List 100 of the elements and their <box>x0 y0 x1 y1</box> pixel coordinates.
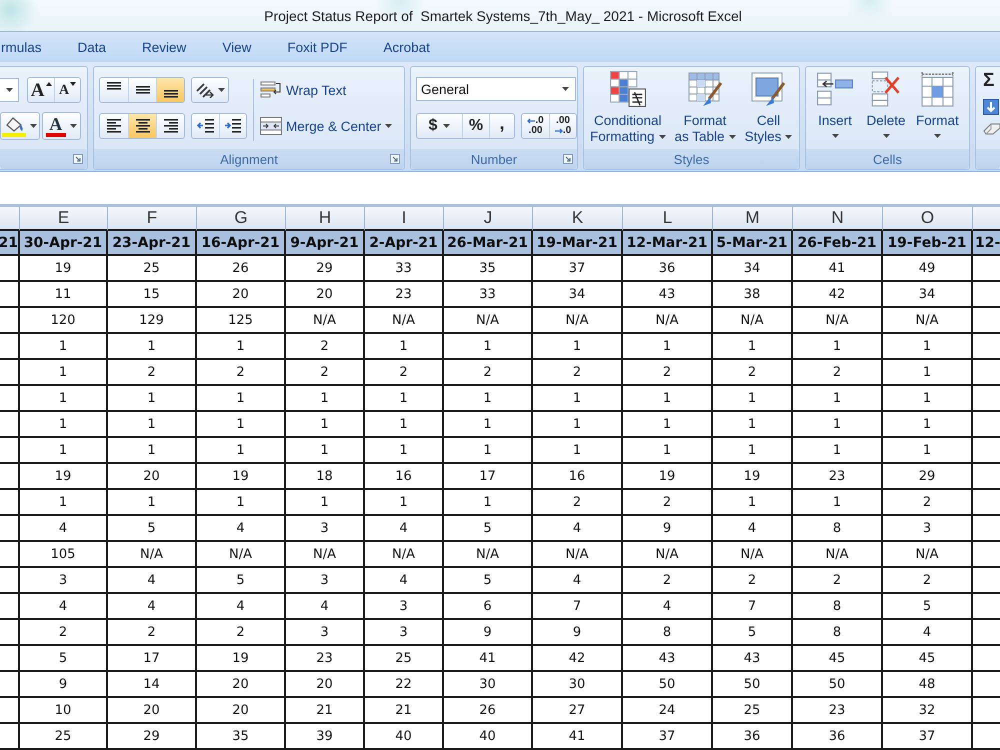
table-cell: 2 <box>20 620 108 646</box>
table-cell: 27 <box>533 698 623 724</box>
table-cell: 4 <box>533 516 623 542</box>
table-cell <box>0 516 20 542</box>
currency-button[interactable]: $ <box>417 114 462 138</box>
table-cell: 2 <box>108 620 197 646</box>
table-cell: 36 <box>793 724 883 750</box>
table-cell: 1 <box>444 412 533 438</box>
column-header[interactable] <box>973 207 1000 231</box>
table-cell: 32 <box>883 698 973 724</box>
table-cell: 19 <box>713 464 793 490</box>
ribbon-tab[interactable]: Foxit PDF <box>269 36 366 62</box>
align-center-button[interactable] <box>128 114 156 138</box>
format-as-table-button[interactable]: Format as Table <box>672 71 738 145</box>
group-label: Number <box>470 152 518 166</box>
table-cell: 1 <box>533 334 623 360</box>
ribbon-tab[interactable]: View <box>204 36 270 62</box>
table-cell: 23 <box>793 464 883 490</box>
table-cell: 4 <box>533 568 623 594</box>
ribbon-tab[interactable]: Acrobat <box>365 36 448 62</box>
table-cell: 3 <box>286 620 365 646</box>
table-cell: 5 <box>197 568 286 594</box>
column-header[interactable]: F <box>108 207 197 231</box>
eraser-icon[interactable] <box>983 123 1000 135</box>
fill-color-button[interactable] <box>0 112 40 140</box>
format-cells-icon <box>920 71 954 107</box>
table-cell: 16 <box>533 464 623 490</box>
wrap-text-icon <box>260 80 282 100</box>
column-header[interactable]: L <box>623 207 713 231</box>
table-cell: 22 <box>365 672 444 698</box>
table-cell: 1 <box>20 412 108 438</box>
fill-down-icon[interactable] <box>983 99 999 115</box>
caret-icon <box>6 88 13 92</box>
table-cell: 4 <box>20 516 108 542</box>
table-cell: 7 <box>533 594 623 620</box>
grow-font-button[interactable]: A <box>28 78 54 102</box>
cell-styles-button[interactable]: Cell Styles <box>742 71 794 145</box>
table-cell: 1 <box>713 334 793 360</box>
align-middle-icon <box>136 86 150 94</box>
conditional-formatting-button[interactable]: Conditional Formatting <box>588 71 668 145</box>
format-button[interactable]: Format <box>914 71 961 138</box>
column-header[interactable]: M <box>713 207 793 231</box>
decrease-decimal-button[interactable]: .00 .0 <box>549 114 576 138</box>
font-size-field[interactable] <box>0 78 20 102</box>
column-header[interactable]: G <box>197 207 286 231</box>
table-cell <box>0 464 20 490</box>
table-cell: 45 <box>883 646 973 672</box>
table-cell <box>0 542 20 568</box>
column-header[interactable]: E <box>20 207 108 231</box>
orientation-button[interactable] <box>191 77 229 103</box>
column-header[interactable]: H <box>286 207 365 231</box>
table-cell: 1 <box>793 490 883 516</box>
ribbon-tab[interactable]: Review <box>124 36 204 62</box>
comma-style-button[interactable]: , <box>489 114 514 138</box>
table-cell: 33 <box>444 282 533 308</box>
table-cell: 39 <box>286 724 365 750</box>
wrap-text-button[interactable]: Wrap Text <box>260 77 346 103</box>
delete-button[interactable]: Delete <box>863 71 909 138</box>
ribbon-tab[interactable]: rmulas <box>0 36 60 62</box>
table-cell: 120 <box>20 308 108 334</box>
column-header[interactable] <box>0 207 20 231</box>
caret-icon <box>934 134 941 138</box>
table-cell: 50 <box>793 672 883 698</box>
dialog-launcher-icon[interactable] <box>73 154 83 164</box>
table-cell: 5 <box>713 620 793 646</box>
table-cell: 2 <box>533 490 623 516</box>
date-header-cell: 19-Mar-21 <box>533 231 623 256</box>
column-header[interactable]: K <box>533 207 623 231</box>
table-cell: 20 <box>197 282 286 308</box>
table-cell: 42 <box>533 646 623 672</box>
table-cell: 1 <box>444 334 533 360</box>
table-cell: 1 <box>713 412 793 438</box>
column-header[interactable]: O <box>883 207 973 231</box>
increase-decimal-button[interactable]: .0 .00 <box>522 114 549 138</box>
group-label-bar <box>976 149 1000 169</box>
table-cell: 1 <box>444 490 533 516</box>
date-header-cell: 16-Apr-21 <box>197 231 286 256</box>
dialog-launcher-icon[interactable] <box>390 154 400 164</box>
number-format-dropdown[interactable]: General <box>416 77 576 101</box>
merge-center-button[interactable]: Merge & Center <box>260 113 392 139</box>
column-header[interactable]: J <box>444 207 533 231</box>
dialog-launcher-icon[interactable] <box>563 154 573 164</box>
autosum-button[interactable]: Σ <box>983 71 994 91</box>
insert-button[interactable]: Insert <box>812 71 858 138</box>
insert-cells-icon <box>817 71 853 107</box>
ribbon-tab[interactable]: Data <box>60 36 124 62</box>
table-cell: 2 <box>444 360 533 386</box>
column-header[interactable]: I <box>365 207 444 231</box>
table-cell: 34 <box>883 282 973 308</box>
align-bottom-button[interactable] <box>156 78 184 102</box>
table-cell: 29 <box>883 464 973 490</box>
table-cell: 17 <box>444 464 533 490</box>
table-cell: N/A <box>286 308 365 334</box>
table-cell: 3 <box>883 516 973 542</box>
table-cell: N/A <box>533 308 623 334</box>
font-color-button[interactable]: A <box>42 112 81 140</box>
column-header[interactable]: N <box>793 207 883 231</box>
shrink-font-button[interactable]: A <box>54 78 80 102</box>
percent-button[interactable]: % <box>462 114 489 138</box>
table-cell: N/A <box>883 542 973 568</box>
